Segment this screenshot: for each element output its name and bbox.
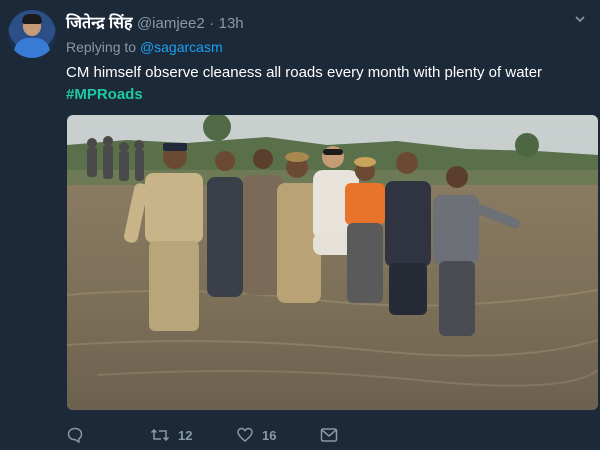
retweet-icon: [150, 426, 170, 444]
like-count: 16: [262, 427, 277, 443]
direct-message-button[interactable]: [320, 425, 338, 445]
tweet-photo[interactable]: [67, 115, 598, 410]
separator-dot: ·: [209, 15, 215, 32]
tweet[interactable]: जितेन्द्र सिंह @iamjee2 · 13h Replying t…: [0, 0, 600, 450]
avatar[interactable]: [8, 10, 56, 58]
envelope-icon: [320, 427, 338, 443]
speech-bubble-icon: [66, 426, 84, 444]
photo-illustration: [67, 115, 598, 410]
avatar-shirt: [14, 38, 50, 58]
replying-to-line: Replying to @sagarcasm: [66, 39, 223, 55]
avatar-hair: [22, 14, 42, 24]
chevron-down-icon[interactable]: [575, 14, 585, 24]
retweet-button[interactable]: 12: [150, 425, 192, 445]
tweet-header: जितेन्द्र सिंह @iamjee2 · 13h: [66, 11, 244, 33]
tweet-text: CM himself observe cleaness all roads ev…: [66, 64, 543, 81]
user-handle[interactable]: @iamjee2: [137, 15, 205, 32]
replying-prefix: Replying to: [66, 39, 137, 55]
retweet-count: 12: [178, 427, 193, 443]
reply-button[interactable]: [66, 425, 84, 445]
timestamp[interactable]: 13h: [219, 15, 244, 32]
like-button[interactable]: 16: [236, 425, 276, 445]
tweet-actions: 12 16: [66, 425, 366, 445]
heart-icon: [236, 426, 254, 444]
display-name[interactable]: जितेन्द्र सिंह: [66, 15, 132, 32]
replying-to-handle[interactable]: @sagarcasm: [140, 39, 223, 55]
hashtag-link[interactable]: #MPRoads: [66, 86, 143, 103]
